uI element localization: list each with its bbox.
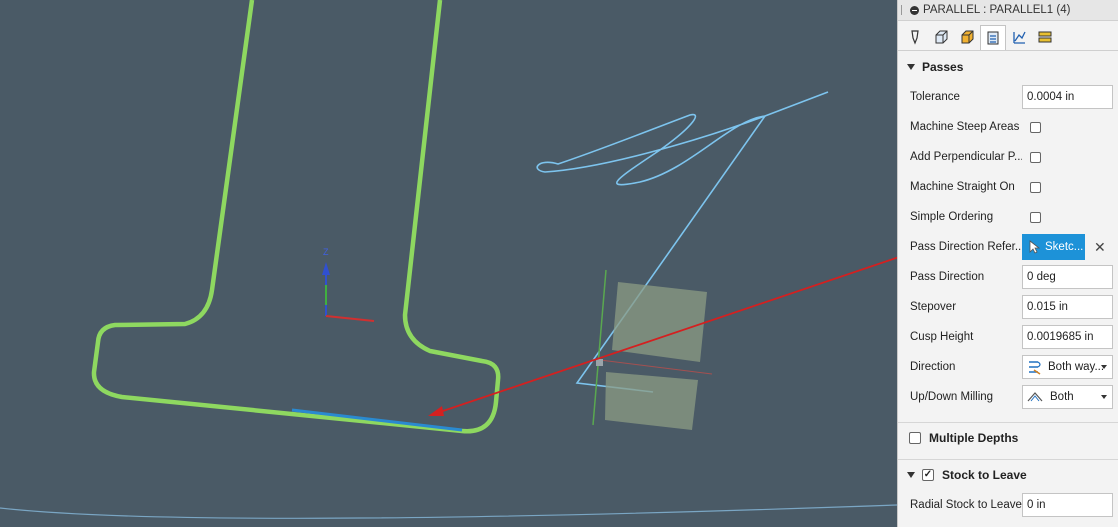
machine-straight-label: Machine Straight On (910, 181, 1015, 193)
profile-toolpath[interactable] (91, 0, 501, 434)
direction-label: Direction (910, 361, 956, 373)
stock-to-leave-section-header[interactable]: ✓ Stock to Leave (898, 460, 1118, 490)
sketch-selection-label: Sketc... (1045, 241, 1084, 253)
tab-post[interactable] (1032, 25, 1058, 49)
cusp-height-input[interactable]: 0.0019685 in (1022, 325, 1113, 349)
post-process-icon (1038, 31, 1052, 43)
dialog-title: PARALLEL : PARALLEL1 (4) (923, 4, 1071, 16)
sketch-selection-button[interactable]: Sketc... (1022, 234, 1085, 260)
machine-straight-checkbox[interactable] (1030, 181, 1041, 193)
cusp-height-label: Cusp Height (910, 331, 974, 343)
geometry-icon (935, 30, 948, 44)
stepover-row: Stepover 0.015 in (898, 292, 1118, 322)
passes-section-header[interactable]: Passes (898, 54, 1118, 80)
updown-milling-value: Both (1050, 391, 1074, 403)
stepover-input[interactable]: 0.015 in (1022, 295, 1113, 319)
simple-ordering-label: Simple Ordering (910, 211, 994, 223)
pass-direction-row: Pass Direction 0 deg (898, 262, 1118, 292)
machine-steep-row: Machine Steep Areas (898, 112, 1118, 142)
multiple-depths-section-header[interactable]: Multiple Depths (898, 423, 1118, 453)
tab-heights[interactable] (954, 25, 980, 49)
plane-lower[interactable] (605, 372, 698, 430)
chevron-down-icon (1101, 365, 1107, 369)
tool-icon (911, 30, 919, 45)
tab-linking[interactable] (1006, 25, 1032, 49)
machine-steep-label: Machine Steep Areas (910, 121, 1020, 133)
tab-geometry[interactable] (928, 25, 954, 49)
pass-direction-reference-row: Pass Direction Refer... Sketc... ✕ (898, 232, 1118, 262)
updown-milling-label: Up/Down Milling (910, 391, 994, 403)
machine-straight-row: Machine Straight On (898, 172, 1118, 202)
stepover-label: Stepover (910, 301, 957, 313)
linking-icon (1013, 31, 1026, 44)
collapse-icon[interactable] (910, 5, 919, 15)
z-axis-label: Z (323, 247, 329, 257)
3d-viewport[interactable]: Z (0, 0, 897, 527)
triad-x-axis (599, 359, 713, 375)
radial-stock-label: Radial Stock to Leave (910, 499, 1022, 511)
pointer-arrowhead (428, 406, 444, 416)
direction-row: Direction Both way... (898, 352, 1118, 382)
multiple-depths-title: Multiple Depths (929, 431, 1019, 445)
direction-value: Both way... (1048, 361, 1105, 373)
cursor-arrow-icon (1029, 240, 1040, 254)
cusp-height-row: Cusp Height 0.0019685 in (898, 322, 1118, 352)
tab-passes[interactable] (980, 25, 1006, 50)
canvas-drawing (0, 0, 897, 519)
add-perpendicular-label: Add Perpendicular P... (910, 151, 1022, 163)
simple-ordering-checkbox[interactable] (1030, 211, 1041, 223)
add-perpendicular-row: Add Perpendicular P... (898, 142, 1118, 172)
drag-handle[interactable] (901, 5, 905, 15)
stock-to-leave-title: Stock to Leave (942, 468, 1027, 482)
multiple-depths-checkbox[interactable] (909, 432, 921, 444)
tolerance-label: Tolerance (910, 91, 960, 103)
updown-milling-row: Up/Down Milling Both (898, 382, 1118, 412)
chevron-down-icon (1101, 395, 1107, 399)
passes-title: Passes (922, 60, 964, 74)
radial-stock-input[interactable]: 0 in (1022, 493, 1113, 517)
both-milling-icon (1027, 392, 1043, 402)
z-axis-arrow (322, 262, 330, 275)
tolerance-row: Tolerance 0.0004 in (898, 82, 1118, 112)
parallel-dialog: PARALLEL : PARALLEL1 (4) Passes Toleranc… (897, 0, 1118, 527)
pass-direction-input[interactable]: 0 deg (1022, 265, 1113, 289)
sketch-curve[interactable] (536, 91, 829, 186)
add-perpendicular-checkbox[interactable] (1030, 151, 1041, 163)
passes-icon (987, 31, 999, 45)
pass-direction-reference-label: Pass Direction Refer... (910, 241, 1022, 253)
simple-ordering-row: Simple Ordering (898, 202, 1118, 232)
machine-steep-checkbox[interactable] (1030, 121, 1041, 133)
ground-edge (0, 504, 897, 519)
triad-origin (596, 359, 603, 366)
expand-triangle-icon (907, 64, 915, 70)
both-ways-icon (1029, 361, 1041, 375)
check-mark-icon: ✓ (923, 469, 933, 480)
pass-direction-label: Pass Direction (910, 271, 985, 283)
stock-to-leave-checkbox[interactable]: ✓ (922, 469, 934, 481)
tab-tool[interactable] (902, 25, 928, 49)
heights-icon (961, 30, 974, 44)
clear-selection-icon[interactable]: ✕ (1094, 239, 1106, 256)
direction-select[interactable]: Both way... (1022, 355, 1113, 379)
updown-milling-select[interactable]: Both (1022, 385, 1113, 409)
x-axis (325, 315, 375, 322)
triad-y-axis (592, 269, 607, 426)
radial-stock-row: Radial Stock to Leave 0 in (898, 490, 1118, 520)
expand-triangle-icon (907, 472, 915, 478)
tolerance-input[interactable]: 0.0004 in (1022, 85, 1113, 109)
